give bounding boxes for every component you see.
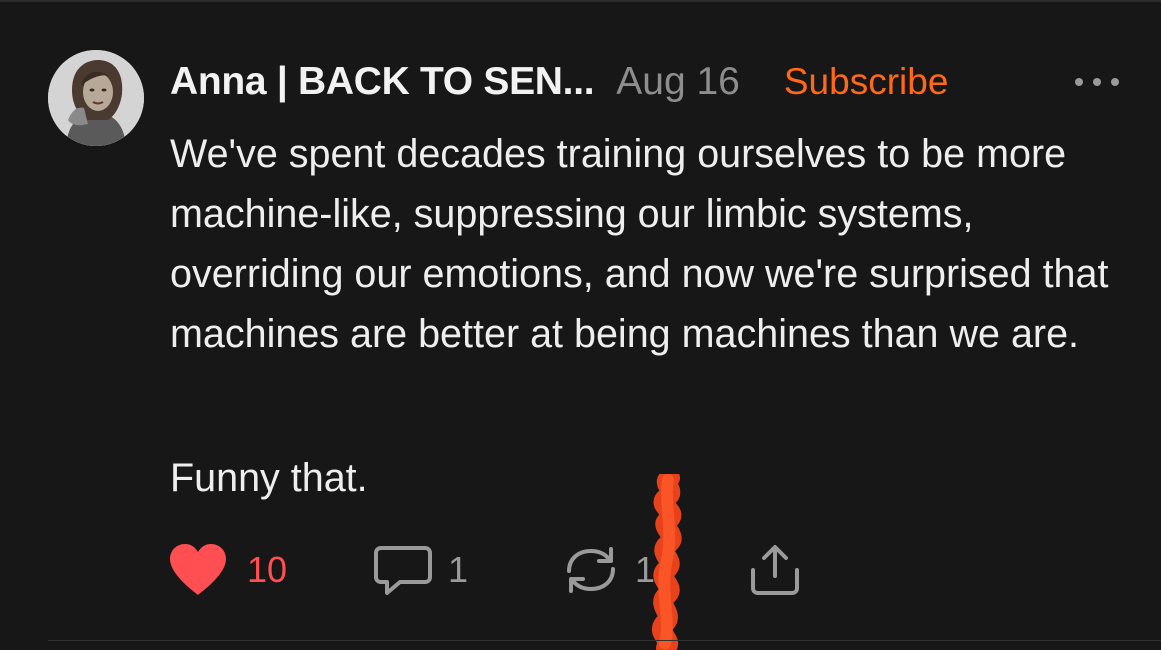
subscribe-button[interactable]: Subscribe (784, 61, 949, 103)
more-options-button[interactable] (1072, 70, 1122, 94)
share-icon (751, 545, 799, 595)
top-divider (0, 0, 1161, 2)
restack-button[interactable]: 1 (561, 540, 655, 600)
comment-button[interactable]: 1 (372, 540, 468, 600)
restack-icon (567, 547, 615, 593)
author-name[interactable]: Anna | BACK TO SEN... (170, 60, 595, 104)
bottom-divider (48, 640, 1161, 641)
post-header: Anna | BACK TO SEN... Aug 16 Subscribe (170, 56, 948, 108)
avatar[interactable] (48, 50, 144, 146)
more-horizontal-icon (1075, 78, 1119, 86)
like-count: 10 (247, 549, 288, 590)
post-body-paragraph: We've spent decades training ourselves t… (170, 132, 1109, 356)
heart-icon (170, 544, 226, 595)
comment-icon (374, 546, 432, 595)
share-button[interactable] (745, 540, 805, 600)
post-date: Aug 16 (616, 60, 740, 103)
like-button[interactable]: 10 (168, 540, 287, 600)
post-body-paragraph: Funny that. (170, 456, 368, 500)
post-actions: 10 1 1 (0, 540, 1161, 600)
restack-count: 1 (635, 549, 656, 590)
comment-count: 1 (448, 549, 469, 590)
